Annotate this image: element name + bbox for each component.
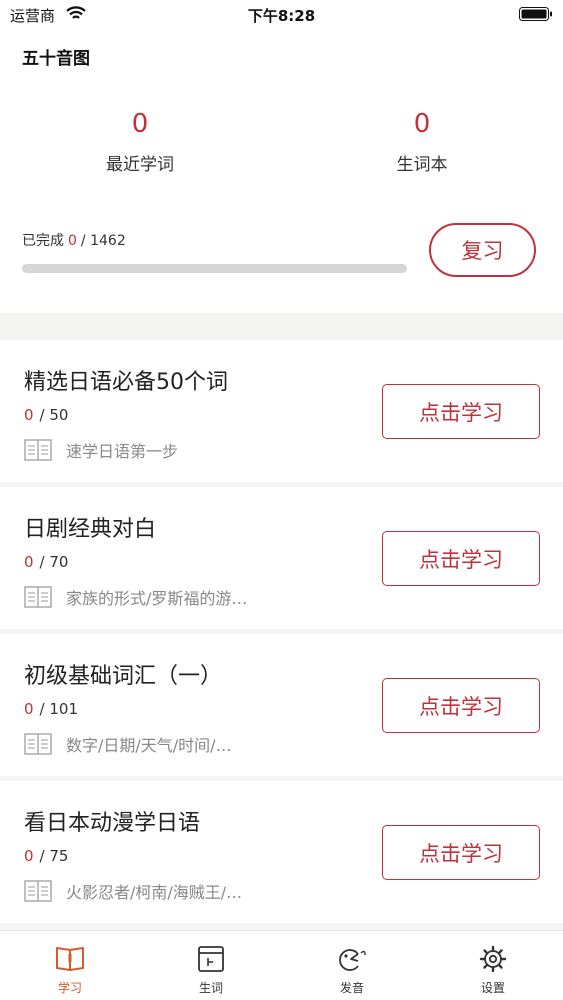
open-book-icon <box>24 733 52 755</box>
pronunciation-icon <box>339 949 366 971</box>
tab-vocab-label: 生词 <box>198 981 223 995</box>
status-time: 下午8:28 <box>247 7 316 25</box>
course-title: 精选日语必备50个词 <box>24 370 228 395</box>
course-total: / 50 <box>39 406 69 424</box>
battery-icon <box>519 7 552 21</box>
tab-vocab[interactable]: 生词 <box>141 931 281 1000</box>
overall-progress-bar <box>22 264 407 273</box>
recent-words-label: 最近学词 <box>106 155 174 175</box>
progress-separator: / <box>80 233 86 249</box>
progress-label: 已完成 <box>22 233 64 249</box>
course-description: 速学日语第一步 <box>66 442 179 461</box>
tab-bar: 学习 生词 发音 设置 <box>0 930 563 1000</box>
overall-progress-text: 已完成 0/ 1462 <box>22 230 126 250</box>
course-description: 家族的形式/罗斯福的游… <box>66 589 248 608</box>
course-title: 初级基础词汇（一） <box>24 664 223 689</box>
tab-settings-label: 设置 <box>480 981 505 995</box>
recent-words-stat[interactable]: 0 最近学词 <box>40 108 240 175</box>
open-book-icon <box>24 880 52 902</box>
tab-study-label: 学习 <box>57 981 82 995</box>
course-progress: 0 / 75 <box>24 847 68 865</box>
vocab-book-count: 0 <box>413 109 431 139</box>
course-description: 火影忍者/柯南/海贼王/… <box>66 883 243 902</box>
course-completed: 0 <box>24 406 34 424</box>
vocab-card-icon <box>198 946 224 972</box>
vocab-book-label: 生词本 <box>396 155 448 175</box>
course-completed: 0 <box>24 553 34 571</box>
course-card[interactable]: 精选日语必备50个词 0 / 50 速学日语第一步 点击学习 <box>0 340 563 482</box>
course-progress: 0 / 50 <box>24 406 68 424</box>
course-description-row: 火影忍者/柯南/海贼王/… <box>24 879 242 903</box>
start-study-button[interactable]: 点击学习 <box>382 384 540 439</box>
course-progress: 0 / 101 <box>24 700 78 718</box>
course-total: / 101 <box>39 700 78 718</box>
course-card[interactable]: 日剧经典对白 0 / 70 家族的形式/罗斯福的游… 点击学习 <box>0 487 563 629</box>
progress-completed: 0 <box>68 233 77 249</box>
start-study-button[interactable]: 点击学习 <box>382 825 540 880</box>
course-total: / 70 <box>39 553 69 571</box>
course-title: 日剧经典对白 <box>24 517 157 542</box>
recent-words-count: 0 <box>131 109 149 139</box>
course-description-row: 家族的形式/罗斯福的游… <box>24 585 247 609</box>
tab-pronunciation-label: 发音 <box>339 981 364 995</box>
tab-settings[interactable]: 设置 <box>423 931 563 1000</box>
progress-total: 1462 <box>90 233 126 249</box>
summary-panel: 五十音图 0 最近学词 0 生词本 已完成 0/ 1462 复习 <box>0 28 563 313</box>
page-title: 五十音图 <box>22 49 90 69</box>
course-description-row: 数字/日期/天气/时间/… <box>24 732 232 756</box>
course-progress: 0 / 70 <box>24 553 68 571</box>
course-completed: 0 <box>24 700 34 718</box>
status-bar: 运营商 下午8:28 <box>0 0 563 28</box>
vocab-book-stat[interactable]: 0 生词本 <box>322 108 522 175</box>
start-study-button[interactable]: 点击学习 <box>382 531 540 586</box>
course-total: / 75 <box>39 847 69 865</box>
settings-gear-icon <box>479 945 507 973</box>
tab-pronunciation[interactable]: 发音 <box>282 931 422 1000</box>
course-completed: 0 <box>24 847 34 865</box>
study-book-icon <box>56 947 84 971</box>
course-card[interactable]: 初级基础词汇（一） 0 / 101 数字/日期/天气/时间/… 点击学习 <box>0 634 563 776</box>
course-title: 看日本动漫学日语 <box>24 811 201 836</box>
course-description: 数字/日期/天气/时间/… <box>66 736 232 755</box>
start-study-button[interactable]: 点击学习 <box>382 678 540 733</box>
course-card[interactable]: 看日本动漫学日语 0 / 75 火影忍者/柯南/海贼王/… 点击学习 <box>0 781 563 923</box>
open-book-icon <box>24 439 52 461</box>
open-book-icon <box>24 586 52 608</box>
course-description-row: 速学日语第一步 <box>24 438 178 462</box>
tab-study[interactable]: 学习 <box>0 931 140 1000</box>
review-button[interactable]: 复习 <box>429 223 536 277</box>
